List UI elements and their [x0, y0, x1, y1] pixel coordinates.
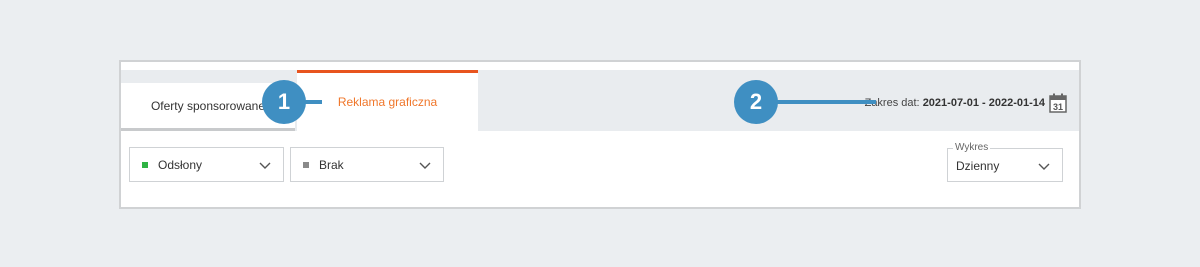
swatch-secondary — [303, 161, 309, 168]
chevron-down-icon — [419, 162, 431, 169]
callout-1-badge: 1 — [262, 80, 306, 124]
chart-type-select[interactable]: Wykres Dzienny — [947, 142, 1063, 182]
metric-dropdown-secondary[interactable]: Brak — [290, 147, 444, 182]
callout-2-number: 2 — [749, 89, 763, 114]
date-range-value: 2021-07-01 - 2022-01-14 — [922, 97, 1045, 109]
callout-2-line — [770, 100, 876, 104]
metric-dropdown-secondary-label: Brak — [319, 157, 344, 172]
report-panel: Oferty sponsorowane Reklama graficzna Za… — [119, 60, 1081, 209]
metric-dropdown-primary[interactable]: Odsłony — [129, 147, 284, 182]
callout-1-number: 1 — [277, 89, 291, 114]
swatch-primary — [142, 161, 148, 168]
date-range: Zakres dat: 2021-07-01 - 2022-01-14 — [865, 97, 1045, 109]
calendar-icon[interactable]: 31 — [1049, 93, 1067, 113]
callout-2-badge: 2 — [734, 80, 778, 124]
chevron-down-icon — [1038, 163, 1050, 170]
metric-dropdown-primary-label: Odsłony — [158, 157, 203, 172]
tab-graphic-ads-label: Reklama graficzna — [337, 95, 438, 109]
calendar-day: 31 — [1053, 102, 1063, 112]
tab-graphic-ads[interactable]: Reklama graficzna — [297, 70, 478, 131]
chart-type-legend: Wykres — [953, 142, 991, 153]
tab-sponsored-offers-label: Oferty sponsorowane — [150, 98, 266, 113]
chevron-down-icon — [259, 162, 271, 169]
chart-type-value: Dzienny — [956, 159, 1000, 173]
